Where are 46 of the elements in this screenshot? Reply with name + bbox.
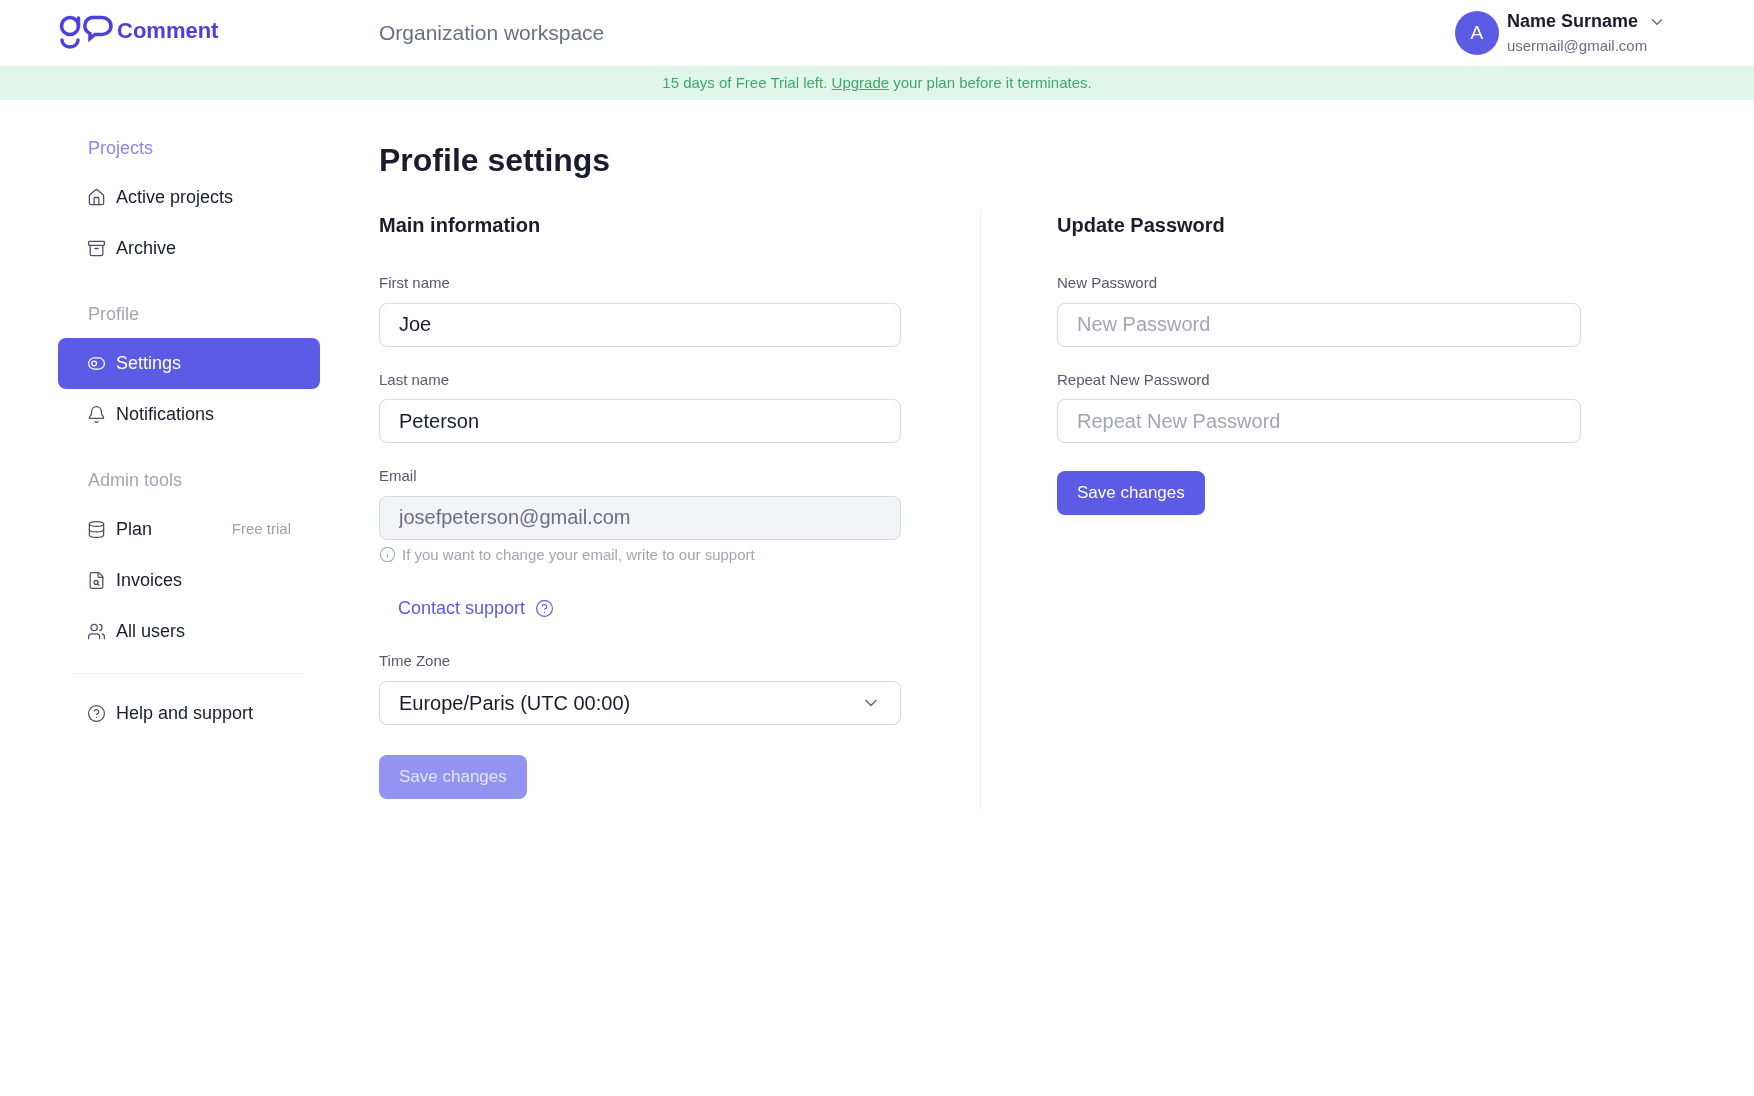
banner-text: 15 days of Free Trial left. Upgrade your plan before it terminates. bbox=[662, 72, 1092, 93]
database-icon bbox=[87, 520, 106, 539]
field-label: Email bbox=[379, 466, 418, 486]
password-field[interactable]: New Password bbox=[1057, 302, 1581, 347]
workspace-title: Organization workspace bbox=[379, 20, 605, 47]
sidebar-item[interactable]: Settings bbox=[58, 338, 320, 389]
sidebar-item[interactable]: Archive bbox=[58, 223, 320, 274]
info-icon bbox=[379, 546, 396, 564]
section-title: Update Password bbox=[1057, 213, 1226, 238]
section-heading: Profile bbox=[87, 302, 140, 326]
user-avatar[interactable]: A bbox=[1454, 11, 1499, 55]
house-icon bbox=[87, 188, 106, 207]
save-button[interactable]: Save changes bbox=[1057, 471, 1205, 515]
archive-icon bbox=[87, 239, 106, 258]
user-email: usermail@gmail.com bbox=[1506, 36, 1649, 57]
password-field[interactable]: Repeat New Password bbox=[1057, 399, 1581, 443]
contact-support-link[interactable]: Contact support bbox=[398, 594, 526, 622]
section-heading: Admin tools bbox=[87, 468, 183, 492]
field-label: First name bbox=[379, 273, 451, 293]
bell-icon bbox=[87, 405, 106, 424]
page-title: Profile settings bbox=[379, 141, 612, 180]
field-label: Last name bbox=[379, 369, 451, 390]
email-hint: If you want to change your email, write to our support bbox=[402, 544, 755, 565]
field-label: Repeat New Password bbox=[1057, 369, 1211, 390]
toggle-icon bbox=[87, 354, 106, 373]
sidebar-item[interactable]: Plan Free trial bbox=[58, 504, 320, 555]
sidebar-item[interactable]: Active projects bbox=[58, 172, 320, 223]
text-field[interactable]: Peterson bbox=[379, 399, 901, 443]
users-icon bbox=[87, 622, 106, 641]
plan-label: Free trial bbox=[231, 519, 291, 540]
text-field[interactable]: Joe bbox=[379, 302, 901, 347]
sidebar-item[interactable]: Invoices bbox=[58, 555, 320, 606]
help-icon bbox=[87, 704, 106, 723]
section-heading: Projects bbox=[87, 136, 154, 160]
sidebar-item[interactable]: All users bbox=[58, 606, 320, 657]
logo-text: Comment bbox=[117, 16, 219, 45]
sidebar-item[interactable]: Notifications bbox=[58, 389, 320, 440]
field-label: Time Zone bbox=[379, 651, 452, 671]
document-search-icon bbox=[87, 571, 106, 590]
user-name: Name Surname bbox=[1506, 10, 1638, 34]
section-title: Main information bbox=[379, 213, 542, 238]
logo-icon bbox=[58, 15, 114, 51]
field-label: New Password bbox=[1057, 273, 1159, 293]
time-zone-select[interactable]: Europe/Paris (UTC 00:00) bbox=[379, 680, 901, 725]
sidebar-item[interactable]: Help and support bbox=[58, 688, 320, 739]
help-icon[interactable] bbox=[535, 598, 555, 618]
